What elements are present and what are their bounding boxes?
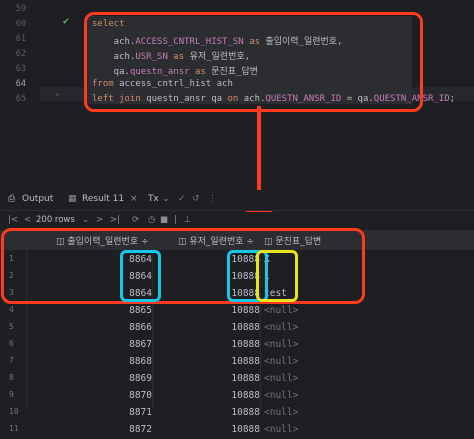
- sql-editor[interactable]: 59 60 61 62 63 64 65 ✔ ⌄ select ach.ACCESS_CNT…: [0, 0, 474, 160]
- red-annotation-box-query: [84, 12, 423, 112]
- line-number: 61: [15, 34, 26, 44]
- results-tabbar: ⎙ Output ▦ Result 11 × Tx ⌄ ✓ ↺ ⋮: [0, 190, 474, 211]
- cell-access-hist-sn[interactable]: 8867: [129, 339, 152, 350]
- tx-selector[interactable]: Tx: [148, 194, 159, 204]
- check-icon: ✔: [63, 16, 70, 27]
- table-row[interactable]: 8 8869 10888 <null>: [0, 371, 474, 388]
- first-page-icon[interactable]: |<: [8, 215, 18, 225]
- cell-answer[interactable]: <null>: [264, 322, 298, 333]
- cell-answer[interactable]: <null>: [264, 339, 298, 350]
- row-number[interactable]: 8: [9, 373, 14, 382]
- row-number[interactable]: 6: [9, 339, 14, 348]
- cell-access-hist-sn[interactable]: 8866: [129, 322, 152, 333]
- history-icon[interactable]: ◷: [148, 215, 155, 225]
- cell-user-sn[interactable]: 10888: [231, 407, 260, 418]
- cell-access-hist-sn[interactable]: 8869: [129, 373, 152, 384]
- commit-icon[interactable]: ✓: [178, 194, 186, 204]
- row-number[interactable]: 9: [9, 390, 14, 399]
- line-number: 62: [15, 49, 26, 59]
- cell-answer[interactable]: <null>: [264, 356, 298, 367]
- cell-access-hist-sn[interactable]: 8870: [129, 390, 152, 401]
- pin-icon[interactable]: ⊥: [184, 215, 191, 225]
- tab-output[interactable]: Output: [22, 194, 53, 204]
- cell-answer[interactable]: <null>: [264, 373, 298, 384]
- table-row[interactable]: 11 8872 10888 <null>: [0, 422, 474, 439]
- printer-icon: ⎙: [8, 194, 16, 204]
- separator: |: [174, 215, 177, 225]
- table-row[interactable]: 10 8871 10888 <null>: [0, 405, 474, 422]
- line-gutter: 59 60 61 62 63 64 65: [0, 0, 40, 160]
- cell-user-sn[interactable]: 10888: [231, 305, 260, 316]
- chevron-down-icon[interactable]: ⌄: [82, 215, 89, 225]
- more-icon[interactable]: ⋮: [208, 194, 217, 204]
- table-row[interactable]: 6 8867 10888 <null>: [0, 337, 474, 354]
- cell-access-hist-sn[interactable]: 8872: [129, 424, 152, 435]
- cell-user-sn[interactable]: 10888: [231, 339, 260, 350]
- cell-user-sn[interactable]: 10888: [231, 322, 260, 333]
- table-row[interactable]: 9 8870 10888 <null>: [0, 388, 474, 405]
- cell-answer[interactable]: <null>: [264, 407, 298, 418]
- line-number: 65: [15, 94, 26, 104]
- close-icon[interactable]: ×: [130, 194, 138, 204]
- cell-answer[interactable]: <null>: [264, 424, 298, 435]
- stop-icon[interactable]: ■: [160, 215, 168, 225]
- cell-user-sn[interactable]: 10888: [231, 424, 260, 435]
- row-number[interactable]: 10: [9, 407, 19, 416]
- code-token: ;: [449, 94, 456, 104]
- cell-user-sn[interactable]: 10888: [231, 373, 260, 384]
- cell-user-sn[interactable]: 10888: [231, 356, 260, 367]
- last-page-icon[interactable]: >|: [110, 215, 120, 225]
- cell-access-hist-sn[interactable]: 8871: [129, 407, 152, 418]
- cell-answer[interactable]: <null>: [264, 390, 298, 401]
- tab-result[interactable]: Result 11: [82, 194, 124, 204]
- table-row[interactable]: 4 8865 10888 <null>: [0, 303, 474, 320]
- cell-access-hist-sn[interactable]: 8868: [129, 356, 152, 367]
- row-number[interactable]: 4: [9, 305, 14, 314]
- row-number[interactable]: 5: [9, 322, 14, 331]
- table-row[interactable]: 5 8866 10888 <null>: [0, 320, 474, 337]
- refresh-icon[interactable]: ⟳: [132, 215, 139, 225]
- rows-count[interactable]: 200 rows: [36, 215, 75, 225]
- rollback-icon[interactable]: ↺: [192, 194, 200, 204]
- line-number: 64: [15, 79, 26, 89]
- line-number: 60: [15, 19, 26, 29]
- chevron-down-icon[interactable]: ⌄: [162, 194, 170, 204]
- cyan-annotation-box: [120, 250, 161, 302]
- row-number[interactable]: 11: [9, 424, 19, 433]
- prev-page-icon[interactable]: <: [24, 215, 31, 225]
- next-page-icon[interactable]: >: [96, 215, 103, 225]
- row-number[interactable]: 7: [9, 356, 14, 365]
- line-number: 63: [15, 64, 26, 74]
- table-row[interactable]: 7 8868 10888 <null>: [0, 354, 474, 371]
- line-number: 59: [15, 4, 26, 14]
- grid-icon: ▦: [68, 194, 77, 204]
- cell-access-hist-sn[interactable]: 8865: [129, 305, 152, 316]
- fold-icon[interactable]: ⌄: [55, 88, 60, 97]
- cell-user-sn[interactable]: 10888: [231, 390, 260, 401]
- cell-answer[interactable]: <null>: [264, 305, 298, 316]
- yellow-annotation-box: [256, 250, 298, 302]
- red-annotation-box-results: [1, 228, 365, 304]
